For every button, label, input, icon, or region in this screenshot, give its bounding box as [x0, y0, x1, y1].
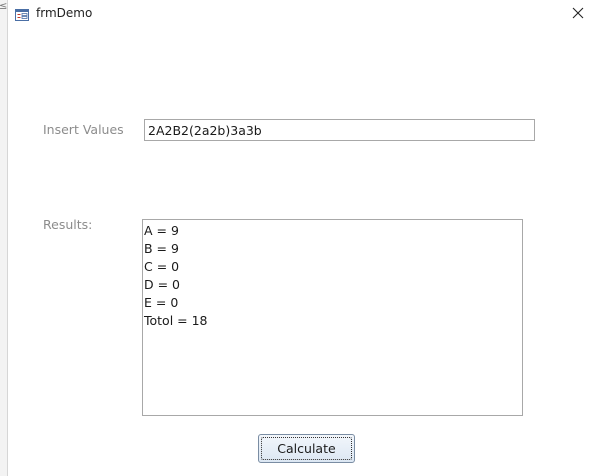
results-textbox[interactable]: A = 9 B = 9 C = 0 D = 0 E = 0 Totol = 18: [142, 219, 523, 416]
close-icon[interactable]: [572, 4, 584, 23]
result-line-b: B = 9: [144, 241, 179, 256]
result-line-a: A = 9: [144, 223, 179, 238]
left-edge-strip: ≤: [0, 0, 8, 476]
title-bar: frmDemo: [8, 0, 591, 27]
insert-values-label: Insert Values: [43, 122, 124, 137]
access-form-window: ≤ frmDemo Insert Values Results:: [0, 0, 591, 476]
edge-glyph: ≤: [0, 1, 8, 12]
close-button[interactable]: [565, 1, 591, 25]
calculate-button[interactable]: Calculate: [258, 434, 355, 463]
result-line-c: C = 0: [144, 259, 180, 274]
insert-values-input[interactable]: [144, 119, 535, 141]
result-line-e: E = 0: [144, 295, 179, 310]
form-title: frmDemo: [36, 6, 93, 20]
results-label: Results:: [43, 217, 93, 232]
result-line-d: D = 0: [144, 277, 180, 292]
form-icon: [15, 6, 29, 21]
result-line-total: Totol = 18: [144, 313, 208, 328]
calculate-label: Calculate: [277, 441, 336, 456]
